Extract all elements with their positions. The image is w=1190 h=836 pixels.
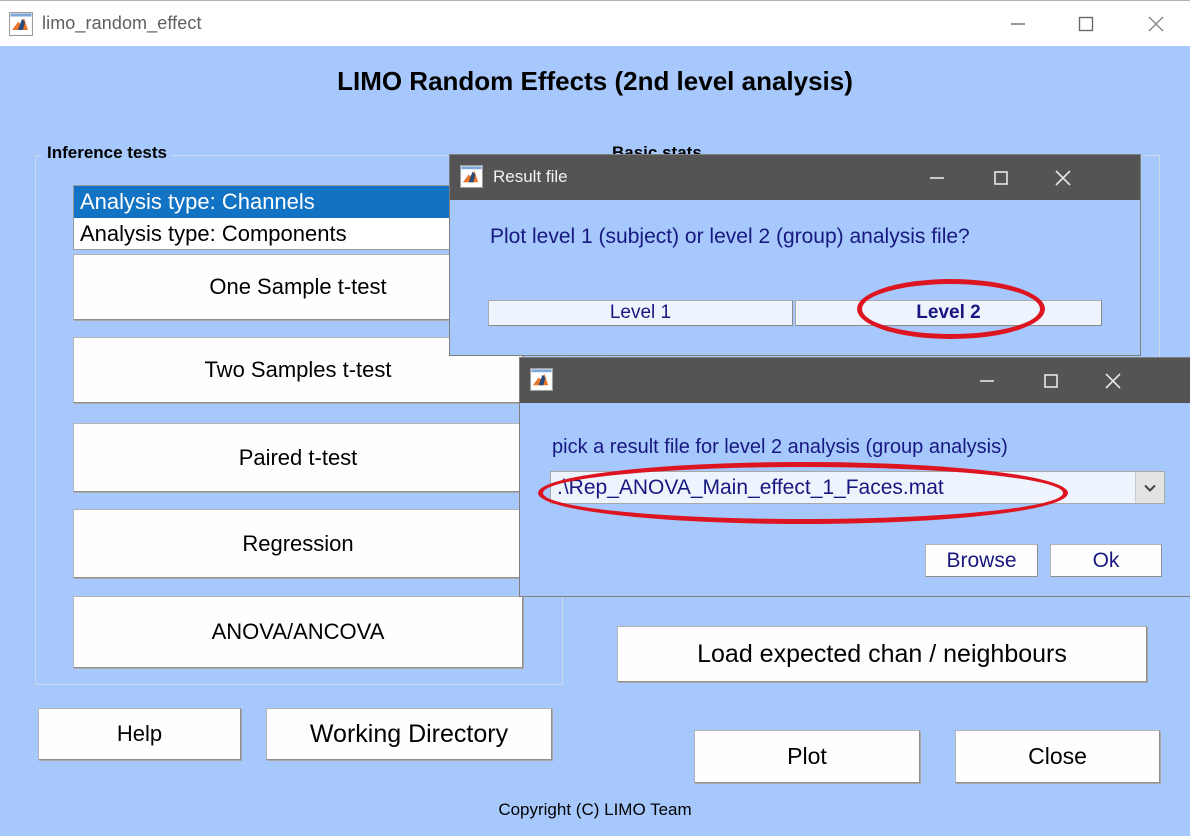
main-window: limo_random_effect LIMO Random Effects (… <box>0 0 1190 836</box>
maximize-icon[interactable] <box>1052 1 1120 46</box>
result-file-dialog: Result file Plot level 1 (subject) or le… <box>450 155 1140 355</box>
maximize-icon[interactable] <box>1022 358 1080 403</box>
file-picker-prompt: pick a result file for level 2 analysis … <box>552 436 1008 458</box>
result-file-dialog-title: Result file <box>493 167 568 186</box>
help-button[interactable]: Help <box>38 708 241 760</box>
anova-ancova-button[interactable]: ANOVA/ANCOVA <box>73 596 523 668</box>
matlab-icon <box>530 368 553 391</box>
result-file-question: Plot level 1 (subject) or level 2 (group… <box>490 225 970 248</box>
minimize-icon[interactable] <box>958 358 1016 403</box>
result-file-dialog-titlebar: Result file <box>450 155 1140 200</box>
paired-t-test-button[interactable]: Paired t-test <box>73 423 523 492</box>
browse-button[interactable]: Browse <box>925 544 1038 577</box>
regression-button[interactable]: Regression <box>73 509 523 578</box>
result-file-combobox[interactable]: .\Rep_ANOVA_Main_effect_1_Faces.mat <box>550 471 1165 504</box>
working-directory-button[interactable]: Working Directory <box>266 708 552 760</box>
window-title: limo_random_effect <box>42 13 202 33</box>
file-picker-dialog: pick a result file for level 2 analysis … <box>520 358 1190 596</box>
maximize-icon[interactable] <box>972 155 1030 200</box>
plot-button[interactable]: Plot <box>694 730 920 783</box>
level-2-button[interactable]: Level 2 <box>795 300 1102 326</box>
close-button[interactable]: Close <box>955 730 1160 783</box>
ok-button[interactable]: Ok <box>1050 544 1162 577</box>
minimize-icon[interactable] <box>984 1 1052 46</box>
group-inference-tests-label: Inference tests <box>42 143 172 163</box>
close-icon[interactable] <box>1034 155 1092 200</box>
file-picker-dialog-titlebar <box>520 358 1190 403</box>
matlab-icon <box>9 12 33 36</box>
chevron-down-icon[interactable] <box>1135 472 1164 503</box>
close-icon[interactable] <box>1122 1 1190 46</box>
level-1-button[interactable]: Level 1 <box>488 300 793 326</box>
load-expected-chan-neighbours-button[interactable]: Load expected chan / neighbours <box>617 626 1147 682</box>
result-file-value: .\Rep_ANOVA_Main_effect_1_Faces.mat <box>557 476 944 499</box>
copyright-text: Copyright (C) LIMO Team <box>498 800 692 819</box>
matlab-icon <box>460 165 483 188</box>
main-titlebar: limo_random_effect <box>0 0 1190 46</box>
minimize-icon[interactable] <box>908 155 966 200</box>
close-icon[interactable] <box>1084 358 1142 403</box>
page-title: LIMO Random Effects (2nd level analysis) <box>337 66 853 96</box>
